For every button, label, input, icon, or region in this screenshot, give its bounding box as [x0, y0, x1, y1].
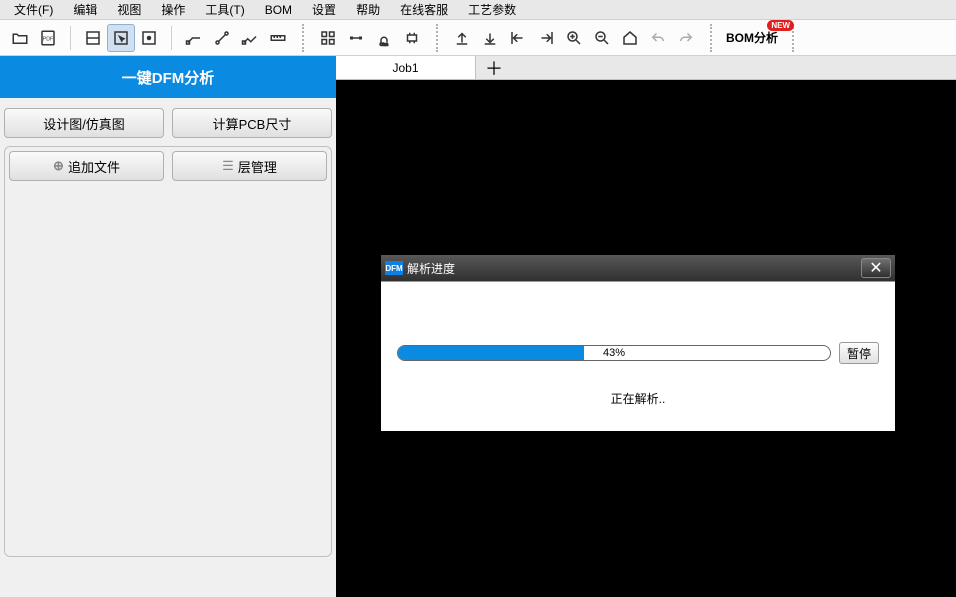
dialog-titlebar[interactable]: DFM 解析进度 ✕ [381, 255, 895, 281]
node-icon[interactable] [342, 24, 370, 52]
zoom-in-icon[interactable] [560, 24, 588, 52]
open-folder-icon[interactable] [6, 24, 34, 52]
component-icon[interactable] [398, 24, 426, 52]
tab-add-button[interactable]: ＋ [476, 56, 512, 79]
dialog-title: 解析进度 [407, 260, 455, 277]
menu-bom[interactable]: BOM [255, 3, 302, 17]
menu-edit[interactable]: 编辑 [63, 1, 107, 18]
tab-bar: Job1 ＋ [336, 56, 956, 80]
plus-circle-icon: ⊕ [53, 158, 64, 174]
status-text: 正在解析.. [397, 390, 879, 407]
menu-tool[interactable]: 工具(T) [195, 1, 254, 18]
menu-file[interactable]: 文件(F) [4, 1, 63, 18]
menu-online-cs[interactable]: 在线客服 [390, 1, 458, 18]
dfm-analysis-button[interactable]: 一键DFM分析 [0, 56, 336, 98]
menu-bar: 文件(F) 编辑 视图 操作 工具(T) BOM 设置 帮助 在线客服 工艺参数 [0, 0, 956, 20]
close-icon: ✕ [869, 258, 882, 278]
right-area: Job1 ＋ DFM 解析进度 ✕ 43% [336, 56, 956, 597]
svg-text:Ohm: Ohm [380, 42, 388, 46]
close-button[interactable]: ✕ [861, 258, 891, 278]
menu-settings[interactable]: 设置 [302, 1, 346, 18]
progress-bar: 43% [397, 345, 831, 361]
select-region-icon[interactable] [135, 24, 163, 52]
menu-help[interactable]: 帮助 [346, 1, 390, 18]
layer-management-button[interactable]: ☰ 层管理 [172, 151, 327, 181]
download-icon[interactable] [476, 24, 504, 52]
pause-button[interactable]: 暂停 [839, 342, 879, 364]
layout-icon[interactable] [79, 24, 107, 52]
align-right-icon[interactable] [532, 24, 560, 52]
redo-icon[interactable] [672, 24, 700, 52]
zoom-out-icon[interactable] [588, 24, 616, 52]
tab-job1[interactable]: Job1 [336, 56, 476, 79]
calc-pcb-size-button[interactable]: 计算PCB尺寸 [172, 108, 332, 138]
align-left-icon[interactable] [504, 24, 532, 52]
svg-text:PDF: PDF [43, 36, 54, 42]
layers-icon: ☰ [222, 158, 234, 174]
qr-icon[interactable] [314, 24, 342, 52]
undo-icon[interactable] [644, 24, 672, 52]
net-icon[interactable] [236, 24, 264, 52]
add-file-label: 追加文件 [68, 157, 120, 176]
dfm-icon: DFM [385, 261, 403, 275]
bom-analysis-button[interactable]: BOM分析 NEW [716, 26, 788, 50]
cursor-icon[interactable] [107, 24, 135, 52]
pdf-icon[interactable]: PDF [34, 24, 62, 52]
file-panel: ⊕ 追加文件 ☰ 层管理 [4, 146, 332, 557]
progress-dialog: DFM 解析进度 ✕ 43% 暂停 正在解析.. [378, 252, 898, 434]
upload-icon[interactable] [448, 24, 476, 52]
path-icon[interactable] [208, 24, 236, 52]
trace-icon[interactable] [180, 24, 208, 52]
toolbar: PDF Ohm BOM分析 NEW [0, 20, 956, 56]
menu-view[interactable]: 视图 [107, 1, 151, 18]
new-badge: NEW [767, 20, 794, 31]
canvas[interactable]: DFM 解析进度 ✕ 43% 暂停 正在解析.. [336, 80, 956, 597]
design-simulation-button[interactable]: 设计图/仿真图 [4, 108, 164, 138]
add-file-button[interactable]: ⊕ 追加文件 [9, 151, 164, 181]
menu-operate[interactable]: 操作 [151, 1, 195, 18]
menu-process-params[interactable]: 工艺参数 [458, 1, 526, 18]
left-panel: 一键DFM分析 设计图/仿真图 计算PCB尺寸 ⊕ 追加文件 ☰ 层管理 [0, 56, 336, 597]
layer-mgmt-label: 层管理 [238, 157, 277, 176]
home-icon[interactable] [616, 24, 644, 52]
ruler-icon[interactable] [264, 24, 292, 52]
progress-percent: 43% [398, 346, 830, 360]
ohm-icon[interactable]: Ohm [370, 24, 398, 52]
bom-analysis-label: BOM分析 [726, 29, 778, 46]
plus-icon: ＋ [485, 55, 503, 81]
